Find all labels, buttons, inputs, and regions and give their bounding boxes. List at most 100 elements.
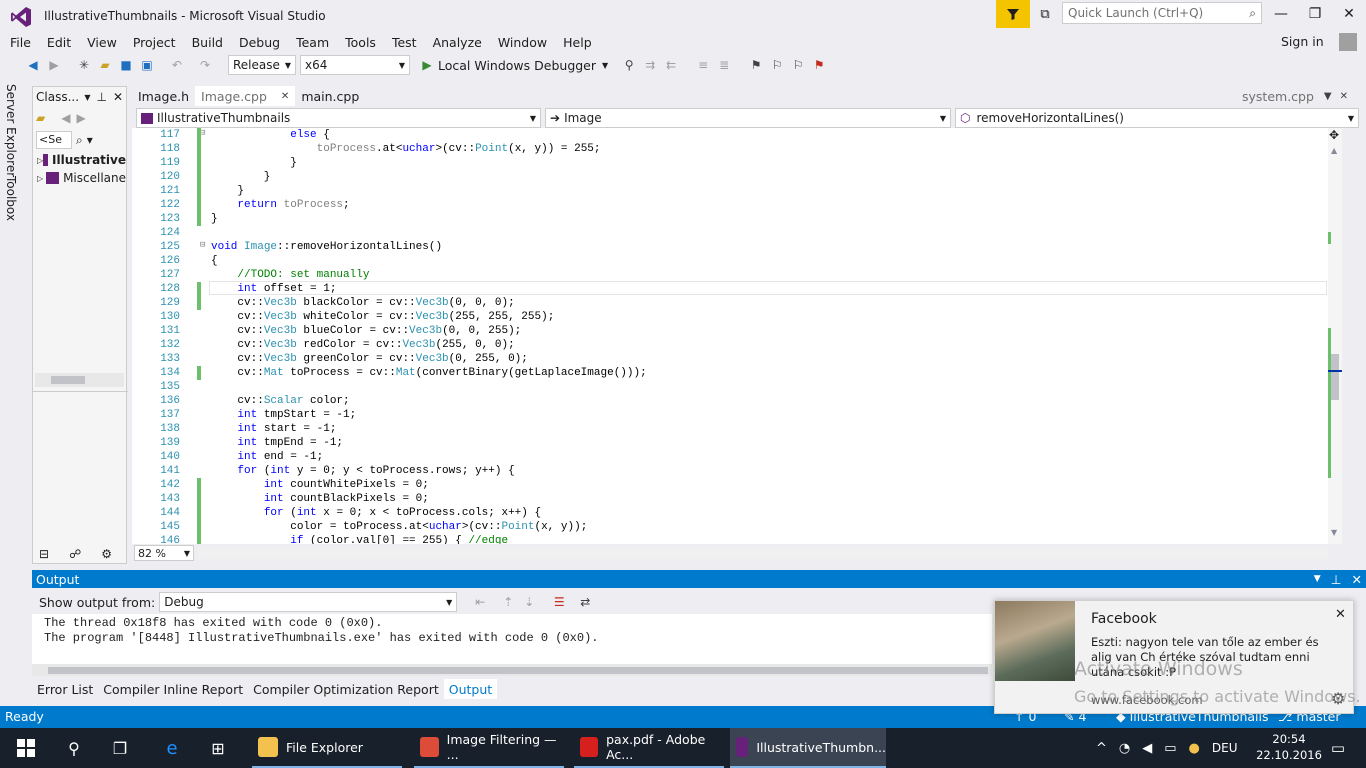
tab-image-h[interactable]: Image.h — [132, 86, 195, 106]
start-debugging-icon[interactable]: ▶ — [418, 56, 436, 74]
clear-all-icon[interactable]: ☰ — [550, 593, 568, 611]
code-line[interactable]: int countBlackPixels = 0; — [211, 492, 429, 506]
code-line[interactable]: } — [211, 156, 297, 170]
taskbar-app-button[interactable]: Image Filtering — ... — [414, 728, 564, 768]
menu-tools[interactable]: Tools — [345, 35, 376, 50]
language-indicator[interactable]: DEU — [1212, 741, 1238, 755]
code-line[interactable]: color = toProcess.at<uchar>(cv::Point(x,… — [211, 520, 587, 534]
store-button[interactable]: ⊞ — [206, 728, 230, 768]
solution-explorer-icon[interactable]: ⊟ — [39, 547, 49, 561]
find-in-files-icon[interactable]: ⚲ — [620, 56, 638, 74]
output-horizontal-scrollbar[interactable] — [32, 664, 992, 676]
code-line[interactable]: int end = -1; — [211, 450, 323, 464]
scope-nav-select[interactable]: ➔ Image ▼ — [545, 108, 951, 128]
maximize-button[interactable]: ❐ — [1298, 2, 1332, 26]
code-line[interactable]: if (color.val[0] == 255) { //edge — [211, 534, 508, 544]
task-view-button[interactable]: ❐ — [108, 728, 132, 768]
next-bookmark-icon[interactable]: ⚐ — [789, 56, 807, 74]
class-view-search-input[interactable]: <Se — [36, 131, 72, 149]
edge-button[interactable]: e — [160, 728, 184, 768]
code-line[interactable]: int countWhitePixels = 0; — [211, 478, 429, 492]
pin-icon[interactable]: ⊥ — [96, 90, 106, 104]
comment-icon[interactable]: ≡ — [694, 56, 712, 74]
scroll-thumb[interactable] — [1331, 354, 1339, 400]
code-line[interactable]: cv::Mat toProcess = cv::Mat(convertBinar… — [211, 366, 646, 380]
scroll-thumb[interactable] — [51, 376, 85, 384]
code-line[interactable]: int offset = 1; — [211, 282, 336, 296]
bookmark-icon[interactable]: ⚑ — [747, 56, 765, 74]
search-button[interactable]: ⚲ — [62, 728, 86, 768]
tab-main-cpp[interactable]: main.cpp — [295, 86, 365, 106]
account-icon[interactable] — [1339, 33, 1357, 51]
previous-bookmark-icon[interactable]: ⚐ — [768, 56, 786, 74]
notifications-filter-button[interactable] — [996, 0, 1030, 28]
expand-icon[interactable]: ▷ — [33, 156, 43, 165]
undo-icon[interactable]: ↶ — [168, 56, 186, 74]
team-explorer-icon[interactable]: ☍ — [69, 547, 81, 561]
minimize-button[interactable]: — — [1264, 2, 1298, 26]
volume-icon[interactable]: ◀ — [1142, 741, 1152, 756]
tab-system-cpp[interactable]: system.cpp ▼ ✕ — [1236, 86, 1354, 106]
output-text[interactable]: The thread 0x18f8 has exited with code 0… — [32, 614, 992, 664]
class-view-hscroll[interactable] — [35, 373, 124, 387]
menu-team[interactable]: Team — [296, 35, 329, 50]
code-line[interactable]: for (int y = 0; y < toProcess.rows; y++)… — [211, 464, 514, 478]
close-button[interactable]: ✕ — [1332, 2, 1366, 26]
taskbar-app-button[interactable]: pax.pdf - Adobe Ac... — [574, 728, 724, 768]
menu-analyze[interactable]: Analyze — [433, 35, 482, 50]
new-project-icon[interactable]: ✳ — [75, 56, 93, 74]
code-line[interactable]: } — [211, 184, 244, 198]
tab-compiler-inline-report[interactable]: Compiler Inline Report — [98, 679, 248, 699]
tab-error-list[interactable]: Error List — [32, 679, 98, 699]
scroll-down-icon[interactable]: ▼ — [1331, 528, 1337, 537]
menu-debug[interactable]: Debug — [239, 35, 280, 50]
forward-icon[interactable]: ▶ — [76, 111, 85, 125]
previous-message-icon[interactable]: ⇡ — [499, 593, 517, 611]
server-explorer-tab[interactable]: Server Explorer — [4, 84, 18, 177]
tab-compiler-optimization-report[interactable]: Compiler Optimization Report — [248, 679, 444, 699]
code-line[interactable]: return toProcess; — [211, 198, 349, 212]
code-line[interactable]: cv::Vec3b blackColor = cv::Vec3b(0, 0, 0… — [211, 296, 514, 310]
menu-project[interactable]: Project — [133, 35, 176, 50]
network-icon[interactable]: ◔ — [1119, 741, 1130, 756]
start-button[interactable] — [12, 728, 40, 768]
navigate-back-icon[interactable]: ◀ — [24, 56, 42, 74]
code-line[interactable]: int tmpEnd = -1; — [211, 436, 343, 450]
show-output-select[interactable]: Debug ▼ — [159, 592, 458, 612]
code-line[interactable]: for (int x = 0; x < toProcess.cols; x++)… — [211, 506, 541, 520]
code-line[interactable]: cv::Vec3b whiteColor = cv::Vec3b(255, 25… — [211, 310, 554, 324]
find-message-icon[interactable]: ⇤ — [471, 593, 489, 611]
close-icon[interactable]: ✕ — [1352, 572, 1362, 587]
code-line[interactable]: cv::Vec3b blueColor = cv::Vec3b(0, 0, 25… — [211, 324, 521, 338]
code-line[interactable]: int start = -1; — [211, 422, 336, 436]
code-line[interactable]: cv::Vec3b greenColor = cv::Vec3b(0, 255,… — [211, 352, 528, 366]
close-tab-icon[interactable]: ✕ — [1340, 91, 1348, 102]
taskbar-app-button[interactable]: File Explorer — [252, 728, 402, 768]
feedback-button[interactable]: ⧉ — [1034, 4, 1056, 24]
chevron-up-icon[interactable]: ^ — [1096, 741, 1107, 756]
taskbar-app-button[interactable]: IllustrativeThumbn... — [730, 728, 886, 768]
class-view-icon[interactable]: ⚙ — [101, 547, 112, 561]
collapse-icon[interactable]: ⊟ — [200, 240, 205, 250]
new-folder-icon[interactable]: ▰ — [36, 111, 45, 125]
code-line[interactable]: cv::Scalar color; — [211, 394, 349, 408]
editor-horizontal-scrollbar[interactable] — [198, 547, 1328, 559]
redo-icon[interactable]: ↷ — [196, 56, 214, 74]
uncomment-icon[interactable]: ≣ — [715, 56, 733, 74]
tree-item-project[interactable]: ▷ Illustrative — [33, 151, 126, 169]
step-icon[interactable]: ⇉ — [641, 56, 659, 74]
code-editor[interactable]: ⊟ ⊟ 117 else {118 toProcess.at<uchar>(cv… — [132, 128, 1328, 544]
back-icon[interactable]: ◀ — [61, 111, 70, 125]
tab-output[interactable]: Output — [443, 679, 498, 699]
split-icon[interactable]: ✥ — [1329, 128, 1339, 142]
pin-icon[interactable]: ⊥ — [1331, 572, 1342, 587]
search-options-icon[interactable]: ▾ — [87, 133, 93, 147]
toolbox-tab[interactable]: Toolbox — [4, 176, 18, 221]
solution-platform-select[interactable]: x64 ▼ — [300, 55, 410, 75]
save-all-icon[interactable]: ▣ — [138, 56, 156, 74]
code-line[interactable]: void Image::removeHorizontalLines() — [211, 240, 442, 254]
menu-view[interactable]: View — [87, 35, 117, 50]
menu-help[interactable]: Help — [563, 35, 592, 50]
tab-dropdown-icon[interactable]: ▼ — [1324, 91, 1332, 102]
outdent-icon[interactable]: ⇇ — [662, 56, 680, 74]
